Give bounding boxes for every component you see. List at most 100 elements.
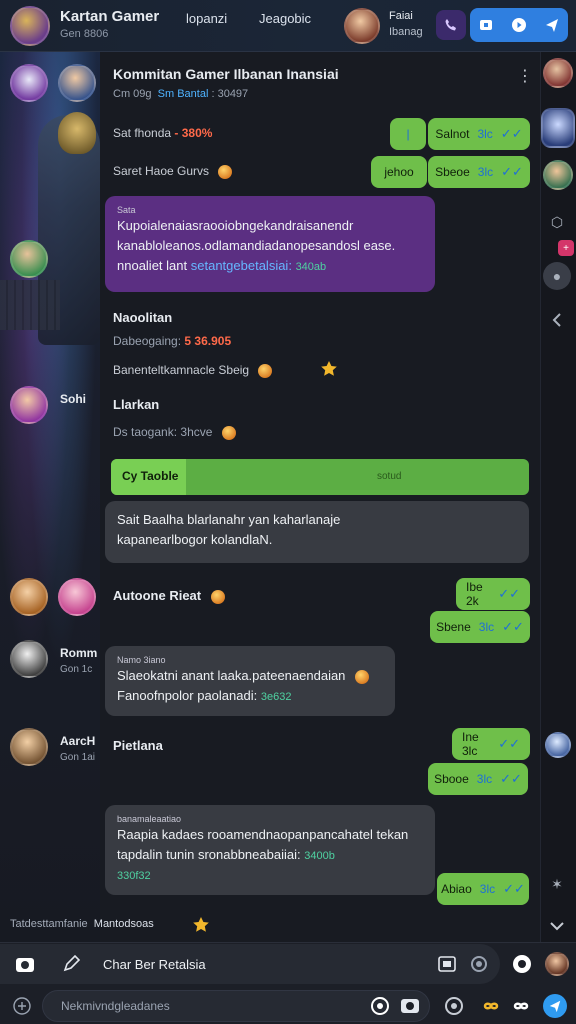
outgoing-bubble[interactable]: Abiao 3lc ✓✓ [437, 873, 529, 905]
record-button[interactable] [467, 952, 491, 976]
sidebar-item-name[interactable]: Sohi [60, 392, 86, 406]
plus-button[interactable] [10, 994, 34, 1018]
send-button[interactable] [541, 14, 563, 36]
message-sender[interactable]: Pietlana [113, 738, 163, 753]
incoming-bubble[interactable]: banamaleaatiao Raapia kadaes rooamendnao… [105, 805, 435, 895]
double-check-icon: ✓✓ [501, 164, 523, 179]
gallery-icon [401, 999, 419, 1013]
tab-2[interactable]: Jeagobic [259, 11, 311, 26]
loop-button[interactable] [509, 994, 533, 1018]
phone-button[interactable] [436, 10, 466, 40]
double-check-icon: ✓✓ [498, 586, 520, 601]
message-label: Dabeogaing: [113, 334, 182, 348]
side-avatar-1[interactable] [10, 64, 48, 102]
outgoing-bubble[interactable]: Sbene 3lc ✓✓ [430, 611, 530, 643]
record-icon [445, 997, 463, 1015]
outgoing-bubble[interactable]: Sbooe 3lc ✓✓ [428, 763, 528, 795]
info-line-1: Sat fhonda - 380% [113, 126, 212, 140]
more-options-icon[interactable]: ⋮ [517, 66, 533, 86]
typing-left: Tatdesttamfanie [10, 918, 88, 930]
chat-title: Kommitan Gamer Ilbanan Inansiai [113, 66, 339, 82]
info-line-label: Saret Haoe Gurvs [113, 164, 210, 178]
bubble-sender-label: Sata [117, 205, 136, 215]
video-button[interactable] [475, 14, 497, 36]
bubble-line: tapdalin tunin sronabbneabaiiai: [117, 847, 301, 862]
user-subtitle: Ibanag [389, 26, 423, 38]
emoji-icon [258, 363, 273, 378]
outgoing-bubble[interactable]: Ine 3lc ✓✓ [452, 728, 530, 760]
message-label: Ds taogank: [113, 425, 178, 439]
header-action-group [470, 8, 568, 42]
tab-1[interactable]: lopanzi [186, 11, 227, 26]
emoji-button[interactable] [510, 952, 534, 976]
record-video-button[interactable] [442, 994, 466, 1018]
double-check-icon: ✓✓ [500, 126, 523, 141]
side-avatar-6[interactable] [58, 578, 96, 616]
side-avatar-4[interactable] [10, 386, 48, 424]
message-sender[interactable]: Autoone Rieat [113, 588, 225, 604]
camera-button[interactable] [13, 952, 37, 976]
camera-icon [16, 958, 34, 972]
sticker-button[interactable] [368, 994, 392, 1018]
bubble-time-2: 330f32 [117, 870, 151, 882]
chat-meta-mid: Sm Bantal [157, 88, 209, 100]
sidebar-item-name[interactable]: AarcH [60, 734, 95, 748]
phone-icon [445, 19, 456, 31]
outgoing-bubble[interactable]: Ibe 2k ✓✓ [456, 578, 530, 610]
sidebar-item-name[interactable]: Romm [60, 646, 97, 660]
rail-avatar-4[interactable] [545, 732, 571, 758]
outgoing-bubble[interactable]: Salnot 3lc ✓✓ [428, 118, 530, 150]
incoming-bubble[interactable]: Sait Baalha blarlanahr yan kaharlanaje k… [105, 501, 529, 563]
bubble-link[interactable]: setantgebetalsiai: [191, 258, 292, 273]
bubble-text: jehoo [384, 165, 414, 179]
rail-avatar-3[interactable] [543, 160, 573, 190]
incoming-bubble-highlight[interactable]: Sata Kupoialenaiasraooiobngekandraisanen… [105, 196, 435, 292]
side-avatar-5[interactable] [10, 578, 48, 616]
header-avatar[interactable] [10, 6, 50, 46]
emoji-icon [210, 589, 225, 604]
message-sender[interactable]: Llarkan [113, 397, 159, 412]
link-button[interactable] [479, 994, 503, 1018]
image-button[interactable] [435, 952, 459, 976]
smile-icon [513, 955, 531, 973]
pen-button[interactable] [59, 952, 83, 976]
send-message-button[interactable] [543, 994, 567, 1018]
incoming-bubble[interactable]: Namo 3iano Slaeokatni anant laaka.pateen… [105, 646, 395, 716]
bubble-text: Sbene [436, 620, 471, 634]
bubble-small-label: banamaleaatiao [117, 814, 182, 824]
outgoing-bubble[interactable]: Sbeoe 3lc ✓✓ [428, 156, 530, 188]
play-button[interactable] [508, 14, 530, 36]
bubble-time: 3lc [477, 127, 493, 141]
user-avatar[interactable] [344, 8, 380, 44]
side-avatar-8[interactable] [10, 728, 48, 766]
camera-switch-icon[interactable]: ⬡ [543, 208, 571, 236]
info-line-2: Saret Haoe Gurvs [113, 164, 233, 179]
bubble-line: kanabloleanos.odlamandiadanopesandosl ea… [117, 238, 396, 253]
bubble-line-3: nnoaliet lant setantgebetalsiai: 340ab [117, 256, 423, 277]
chevron-down-icon[interactable] [543, 912, 571, 940]
side-avatar-2[interactable] [58, 64, 96, 102]
side-avatar-7[interactable] [10, 640, 48, 678]
info-icon[interactable]: ● [543, 262, 571, 290]
bubble-line: Kupoialenaiasraooiobngekandraisanendr [117, 218, 354, 233]
side-avatar-3[interactable] [10, 240, 48, 278]
outgoing-bubble[interactable]: jehoo [371, 156, 427, 188]
bubble-line: nnoaliet lant [117, 258, 188, 273]
bubble-time: 3lc [478, 620, 495, 634]
star-icon [192, 916, 210, 934]
message-text: Banenteltkamnacle Sbeig [113, 363, 250, 377]
outgoing-bubble-small[interactable]: | [390, 118, 426, 150]
video-icon [480, 20, 493, 30]
emoji-icon [355, 669, 370, 684]
chevron-left-icon[interactable] [543, 306, 571, 334]
sidebar-item-sub: Gon 1c [60, 664, 93, 675]
rail-avatar-1[interactable] [543, 58, 573, 88]
progress-bar[interactable]: Cy Taoble sotud [111, 459, 529, 495]
bubble-text: Abiao [441, 882, 472, 896]
composer-avatar[interactable] [545, 952, 569, 976]
gallery-button[interactable] [398, 994, 422, 1018]
bubble-time: 3400b [304, 850, 335, 862]
rail-avatar-2[interactable] [541, 108, 575, 148]
chat-meta: Cm 09g Sm Bantal : 30497 [113, 88, 248, 100]
message-sender[interactable]: Naoolitan [113, 310, 172, 325]
